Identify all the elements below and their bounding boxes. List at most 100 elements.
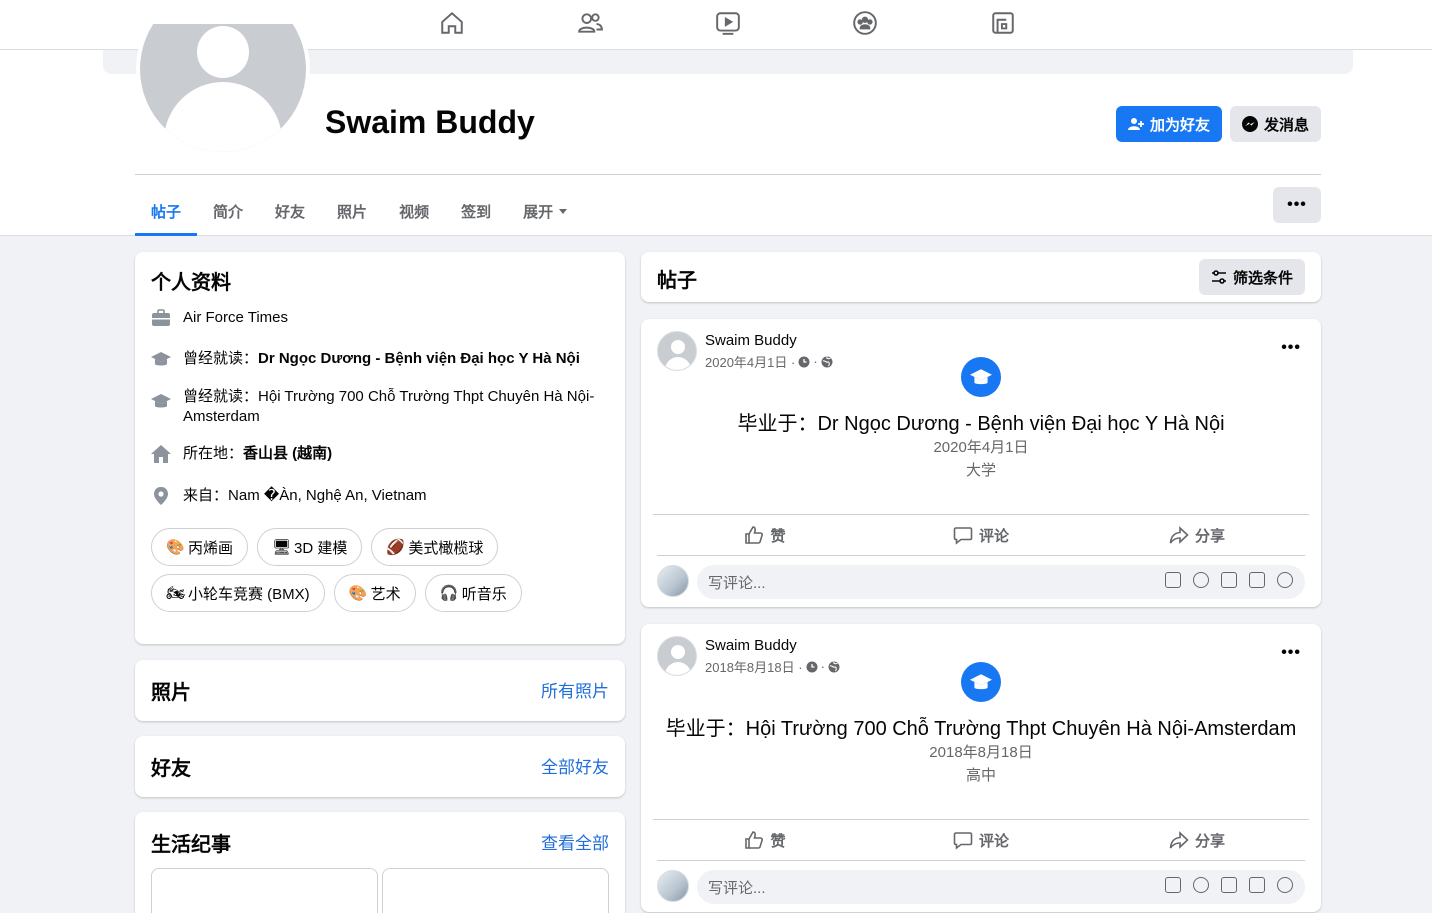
hobbies-list: 🎨 丙烯画 🖥 3D 建模 🏈 美式橄榄球 🏍 小轮车竞赛 (BMX) 🎨 艺术 🎧 听音乐: [151, 528, 611, 612]
like-button[interactable]: 赞: [657, 820, 873, 860]
chevron-down-icon: [559, 209, 568, 214]
post-author-name[interactable]: Swaim Buddy: [705, 637, 797, 654]
hobby-chip[interactable]: 🏈 美式橄榄球: [371, 528, 499, 566]
post-author-avatar[interactable]: [657, 331, 697, 371]
comment-button[interactable]: 评论: [873, 515, 1089, 555]
hobby-chip[interactable]: 🎨 艺术: [333, 574, 416, 612]
message-label: 发消息: [1263, 116, 1309, 134]
home-icon: [151, 444, 171, 464]
posts-title: 帖子: [657, 270, 697, 292]
from-link[interactable]: Nam �Àn, Nghệ An, Vietnam: [228, 487, 427, 504]
divider: [657, 860, 1305, 861]
computer-icon: 🖥: [272, 539, 292, 556]
avatar-sticker-icon[interactable]: [1165, 877, 1181, 893]
location-pin-icon: [151, 486, 171, 506]
life-event-date: 2020年4月1日: [933, 439, 1029, 456]
life-events-title: 生活纪事: [151, 834, 231, 856]
life-event-type: 高中: [965, 767, 996, 784]
post-card: Swaim Buddy 2020年4月1日 · · ••• 毕业于：Dr Ngọ…: [641, 319, 1321, 607]
post-actions: 赞 评论 分享: [657, 515, 1305, 555]
all-photos-link[interactable]: 所有照片: [541, 677, 609, 702]
tab-more[interactable]: 展开: [507, 187, 583, 236]
thumbs-up-icon: [744, 525, 764, 545]
tab-videos[interactable]: 视频: [383, 187, 445, 236]
home-icon[interactable]: [434, 8, 470, 38]
palette-icon: 🎨: [348, 585, 368, 602]
add-friend-button[interactable]: 加为好友: [1116, 106, 1222, 142]
share-button[interactable]: 分享: [1089, 515, 1305, 555]
hobby-chip[interactable]: 🎨 丙烯画: [151, 528, 249, 566]
life-event-tile[interactable]: [382, 868, 609, 913]
sticker-icon[interactable]: [1277, 877, 1293, 893]
photos-title: 照片: [151, 682, 191, 704]
groups-icon[interactable]: [847, 8, 883, 38]
comment-button[interactable]: 评论: [873, 820, 1089, 860]
filter-button[interactable]: 筛选条件: [1199, 259, 1305, 295]
life-event-tile[interactable]: [151, 868, 378, 913]
work-text[interactable]: Air Force Times: [183, 308, 603, 328]
lives-in-link[interactable]: 香山县 (越南): [243, 445, 332, 462]
viewer-avatar[interactable]: [657, 565, 689, 597]
graduation-cap-icon: [961, 662, 1001, 702]
intro-education-1: 曾经就读：Dr Ngọc Dương - Bệnh viện Đại học Y…: [151, 349, 603, 369]
profile-avatar[interactable]: [136, 24, 310, 156]
friends-card: 好友 全部好友: [135, 736, 625, 797]
profile-more-button[interactable]: •••: [1273, 187, 1321, 223]
message-button[interactable]: 发消息: [1230, 106, 1321, 142]
watch-icon[interactable]: [710, 8, 746, 38]
avatar-sticker-icon[interactable]: [1165, 572, 1181, 588]
hobby-chip[interactable]: 🏍 小轮车竞赛 (BMX): [151, 574, 325, 612]
profile-name: Swaim Buddy: [325, 104, 535, 140]
education-1-link[interactable]: Dr Ngọc Dương - Bệnh viện Đại học Y Hà N…: [258, 350, 580, 367]
post-options-button[interactable]: •••: [1281, 339, 1301, 357]
comment-icon: [953, 525, 973, 545]
comment-tools: [1165, 572, 1293, 588]
gif-icon[interactable]: [1249, 572, 1265, 588]
post-date[interactable]: 2018年8月18日 ·: [705, 657, 803, 676]
header-divider: [135, 174, 1321, 175]
thumbs-up-icon: [744, 830, 764, 850]
post-date[interactable]: 2020年4月1日 ·: [705, 352, 795, 371]
emoji-icon[interactable]: [1193, 877, 1209, 893]
like-button[interactable]: 赞: [657, 515, 873, 555]
profile-tabs: 帖子 简介 好友 照片 视频 签到 展开: [135, 187, 583, 236]
friends-icon[interactable]: [572, 8, 608, 38]
intro-title: 个人资料: [151, 272, 231, 294]
life-events-card: 生活纪事 查看全部: [135, 812, 625, 913]
camera-icon[interactable]: [1221, 877, 1237, 893]
graduation-cap-icon: [961, 357, 1001, 397]
tab-checkins[interactable]: 签到: [445, 187, 507, 236]
tab-photos[interactable]: 照片: [321, 187, 383, 236]
comment-input[interactable]: 写评论...: [697, 870, 1305, 904]
tab-friends[interactable]: 好友: [259, 187, 321, 236]
post-options-button[interactable]: •••: [1281, 644, 1301, 662]
hobby-chip[interactable]: 🖥 3D 建模: [257, 528, 363, 566]
gaming-icon[interactable]: [985, 8, 1021, 38]
profile-header: Swaim Buddy 加为好友 发消息 帖子 简介 好友 照片 视频 签到 展…: [0, 24, 1432, 236]
all-friends-link[interactable]: 全部好友: [541, 753, 609, 778]
comment-input[interactable]: 写评论...: [697, 565, 1305, 599]
viewer-avatar[interactable]: [657, 870, 689, 902]
post-meta: 2018年8月18日 · ·: [705, 657, 840, 676]
life-event-date: 2018年8月18日: [929, 744, 1033, 761]
camera-icon[interactable]: [1221, 572, 1237, 588]
posts-header-card: 帖子 筛选条件: [641, 252, 1321, 302]
tab-about[interactable]: 简介: [197, 187, 259, 236]
gif-icon[interactable]: [1249, 877, 1265, 893]
palette-icon: 🎨: [166, 539, 185, 556]
tab-posts[interactable]: 帖子: [135, 187, 198, 236]
globe-icon: [828, 661, 840, 673]
share-button[interactable]: 分享: [1089, 820, 1305, 860]
emoji-icon[interactable]: [1193, 572, 1209, 588]
post-author-avatar[interactable]: [657, 636, 697, 676]
share-icon: [1169, 830, 1189, 850]
see-all-life-events-link[interactable]: 查看全部: [541, 829, 609, 854]
post-author-name[interactable]: Swaim Buddy: [705, 332, 797, 349]
clock-icon: [806, 661, 818, 673]
headphones-icon: 🎧: [439, 585, 459, 602]
hobby-chip[interactable]: 🎧 听音乐: [424, 574, 522, 612]
post-meta: 2020年4月1日 · ·: [705, 352, 833, 371]
sticker-icon[interactable]: [1277, 572, 1293, 588]
intro-lives-in: 所在地：香山县 (越南): [151, 444, 603, 464]
post-actions: 赞 评论 分享: [657, 820, 1305, 860]
